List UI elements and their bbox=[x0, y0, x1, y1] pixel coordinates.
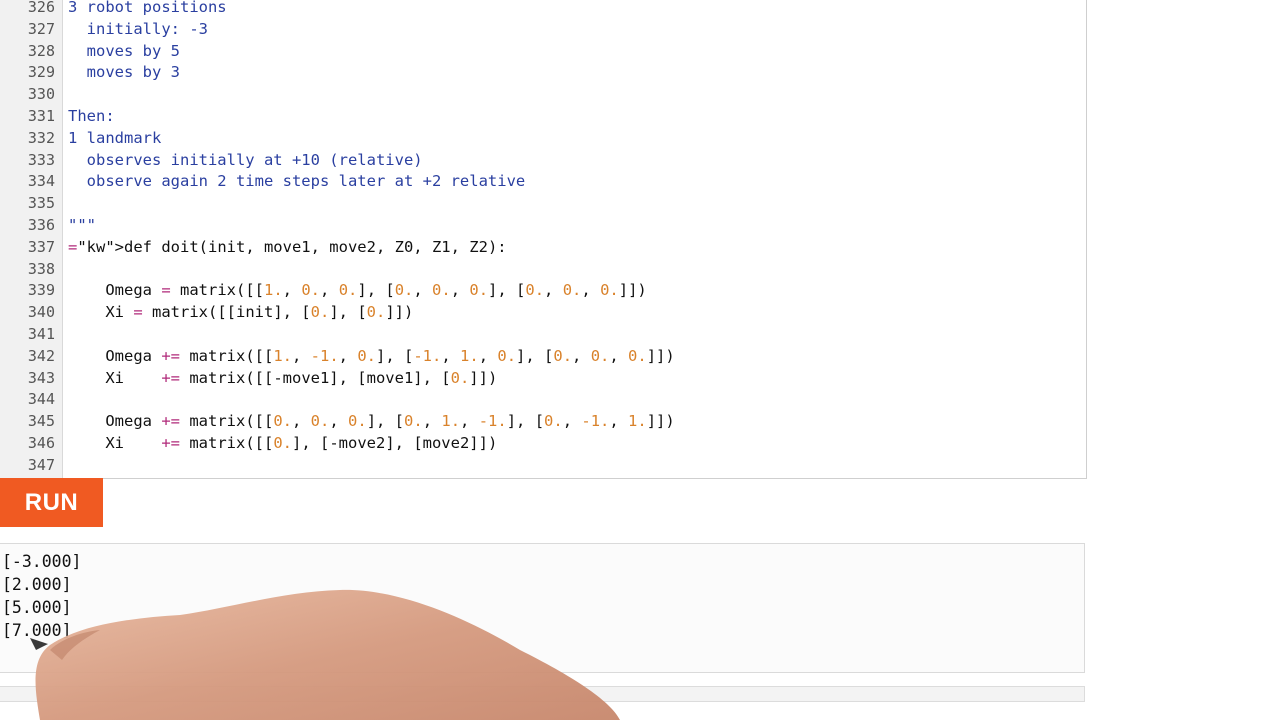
code-line: 337 ="kw">def doit(init, move1, move2, Z0… bbox=[0, 237, 1086, 259]
line-number: 329 bbox=[27, 63, 55, 82]
code-line: 345 Omega += matrix([[0., 0., 0.], [0., … bbox=[0, 411, 1086, 433]
line-number: 342 bbox=[27, 346, 55, 365]
code-editor[interactable]: 326 3 robot positions 327 initially: -3 328… bbox=[0, 0, 1087, 479]
code-line: 332 1 landmark bbox=[0, 128, 1086, 150]
run-button[interactable]: RUN bbox=[0, 478, 103, 527]
line-number: 341 bbox=[27, 325, 55, 343]
code-text: Omega += matrix([[0., 0., 0.], [0., 1., … bbox=[68, 412, 675, 431]
line-number: 347 bbox=[27, 455, 55, 474]
code-line: 340 Xi = matrix([[init], [0.], [0.]]) bbox=[0, 302, 1086, 324]
code-line: 327 initially: -3 bbox=[0, 19, 1086, 41]
code-line: 326 3 robot positions bbox=[0, 0, 1086, 19]
line-number: 330 bbox=[27, 85, 55, 104]
code-line: 329 moves by 3 bbox=[0, 62, 1086, 84]
code-line: 344 bbox=[0, 389, 1086, 411]
line-number: 334 bbox=[27, 172, 55, 191]
line-number: 333 bbox=[27, 150, 55, 169]
code-text: observes initially at +10 (relative) bbox=[68, 150, 423, 169]
code-text: observe again 2 time steps later at +2 r… bbox=[68, 172, 526, 191]
code-text: 3 robot positions bbox=[68, 0, 227, 16]
line-number: 328 bbox=[27, 41, 55, 60]
code-text: initially: -3 bbox=[68, 19, 208, 38]
line-number: 340 bbox=[27, 303, 55, 322]
code-text: Omega = matrix([[1., 0., 0.], [0., 0., 0… bbox=[68, 281, 647, 300]
line-number: 345 bbox=[27, 412, 55, 431]
line-number: 326 bbox=[27, 0, 55, 16]
output-console: [-3.000] [2.000] [5.000] [7.000] bbox=[0, 543, 1085, 673]
code-line: 347 bbox=[0, 455, 1086, 477]
output-line: [2.000] bbox=[2, 575, 72, 594]
output-line: [5.000] bbox=[2, 598, 72, 617]
code-text: Xi = matrix([[init], [0.], [0.]]) bbox=[68, 303, 414, 322]
code-text: moves by 5 bbox=[68, 41, 180, 60]
code-text: moves by 3 bbox=[68, 63, 180, 82]
code-line: 335 bbox=[0, 193, 1086, 215]
code-line: 341 bbox=[0, 324, 1086, 346]
line-number: 332 bbox=[27, 128, 55, 147]
output-line: [-3.000] bbox=[2, 552, 82, 571]
code-line: 333 observes initially at +10 (relative) bbox=[0, 150, 1086, 172]
line-number: 335 bbox=[27, 194, 55, 213]
code-line: 336 """ bbox=[0, 215, 1086, 237]
code-line: 331 Then: bbox=[0, 106, 1086, 128]
code-text: 1 landmark bbox=[68, 128, 162, 147]
line-number: 346 bbox=[27, 434, 55, 452]
code-line: 346 Xi += matrix([[0.], [-move2], [move2… bbox=[0, 433, 1086, 455]
code-text: Then: bbox=[68, 107, 115, 125]
code-text: Omega += matrix([[1., -1., 0.], [-1., 1.… bbox=[68, 346, 675, 365]
code-text: ="kw">def doit(init, move1, move2, Z0, Z… bbox=[68, 237, 507, 256]
line-number: 337 bbox=[27, 237, 55, 256]
output-scrollbar[interactable] bbox=[0, 686, 1085, 702]
code-text: Xi += matrix([[0.], [-move2], [move2]]) bbox=[68, 434, 498, 452]
line-number: 344 bbox=[27, 390, 55, 409]
code-line: 342 Omega += matrix([[1., -1., 0.], [-1.… bbox=[0, 346, 1086, 368]
output-line: [7.000] bbox=[2, 621, 72, 640]
line-number: 339 bbox=[27, 281, 55, 300]
code-line: 330 bbox=[0, 84, 1086, 106]
code-line: 339 Omega = matrix([[1., 0., 0.], [0., 0… bbox=[0, 280, 1086, 302]
line-number: 331 bbox=[27, 107, 55, 125]
code-line: 338 bbox=[0, 259, 1086, 281]
code-text: """ bbox=[68, 216, 96, 234]
line-number: 343 bbox=[27, 368, 55, 387]
line-number: 336 bbox=[27, 216, 55, 234]
code-text: Xi += matrix([[-move1], [move1], [0.]]) bbox=[68, 368, 498, 387]
line-number: 327 bbox=[27, 19, 55, 38]
line-number: 338 bbox=[27, 259, 55, 278]
code-line: 328 moves by 5 bbox=[0, 41, 1086, 63]
code-line: 334 observe again 2 time steps later at … bbox=[0, 171, 1086, 193]
code-line: 343 Xi += matrix([[-move1], [move1], [0.… bbox=[0, 368, 1086, 390]
